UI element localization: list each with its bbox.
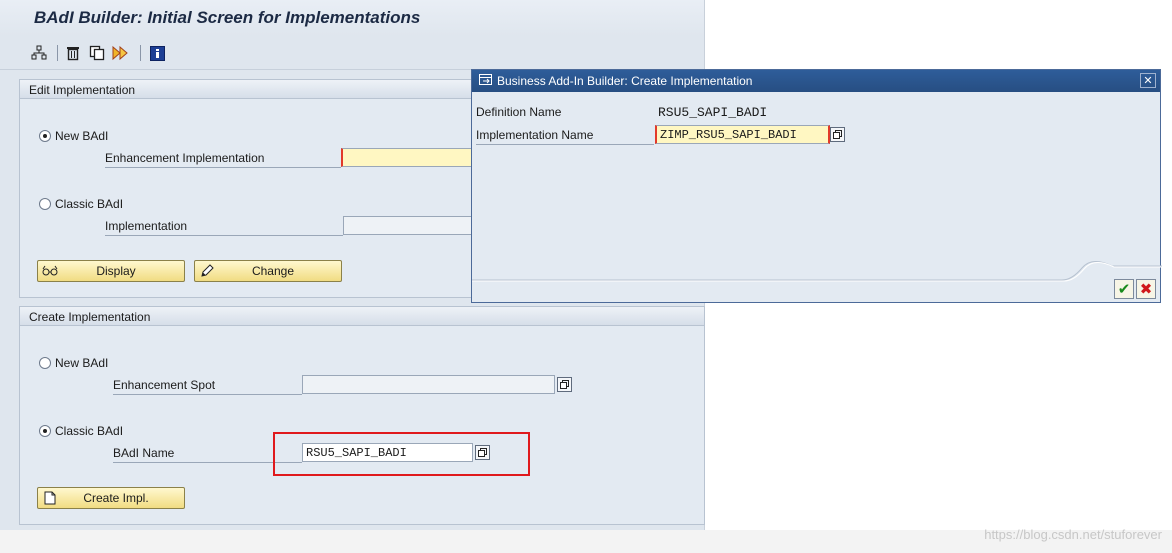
enhancement-spot-label: Enhancement Spot [113,378,302,395]
toolbar-separator [140,45,141,61]
cancel-x-icon[interactable]: ✖ [1136,279,1156,299]
application-toolbar [0,36,704,70]
edit-new-badi-radio[interactable]: New BAdI [39,129,108,143]
dialog-title: Business Add-In Builder: Create Implemen… [497,74,753,88]
radio-selected-icon [39,130,51,142]
create-implementation-group: Create Implementation New BAdI Enhanceme… [19,306,705,525]
group-title: Create Implementation [20,307,704,326]
create-classic-badi-radio[interactable]: Classic BAdI [39,424,123,438]
change-button[interactable]: Change [194,260,342,282]
confirm-checkmark-icon[interactable]: ✔ [1114,279,1134,299]
pencil-icon [195,264,219,278]
implementation-name-input[interactable]: ZIMP_RSU5_SAPI_BADI [655,125,830,144]
value-help-icon[interactable] [830,127,845,142]
close-icon[interactable]: ✕ [1140,73,1156,88]
dialog-footer: ✔ ✖ [472,276,1160,302]
execute-icon[interactable] [112,44,130,62]
copy-icon[interactable] [88,44,106,62]
enhancement-implementation-input[interactable] [341,148,487,167]
hierarchy-icon[interactable] [30,44,48,62]
definition-name-label: Definition Name [476,105,562,119]
definition-name-value: RSU5_SAPI_BADI [658,105,768,120]
enhancement-spot-input[interactable] [302,375,555,394]
button-label: Create Impl. [83,491,149,505]
radio-label: New BAdI [55,356,109,370]
create-implementation-dialog: Business Add-In Builder: Create Implemen… [471,69,1162,303]
toolbar-separator [57,45,58,61]
radio-label: Classic BAdI [55,424,124,438]
edit-classic-badi-radio[interactable]: Classic BAdI [39,197,123,211]
radio-label: New BAdI [55,129,109,143]
radio-label: Classic BAdI [55,197,124,211]
create-impl-button[interactable]: Create Impl. [37,487,185,509]
implementation-input[interactable] [343,216,487,235]
button-label: Change [251,264,295,278]
value-help-icon[interactable] [557,377,572,392]
radio-unselected-icon [39,357,51,369]
enhancement-implementation-label: Enhancement Implementation [105,151,341,168]
info-icon[interactable] [148,44,166,62]
highlight-box [273,432,530,476]
glasses-icon [38,265,62,277]
display-button[interactable]: Display [37,260,185,282]
delete-icon[interactable] [64,44,82,62]
new-document-icon [38,491,62,505]
create-new-badi-radio[interactable]: New BAdI [39,356,108,370]
page-title: BAdI Builder: Initial Screen for Impleme… [0,0,704,36]
implementation-name-label: Implementation Name [476,128,654,145]
implementation-label: Implementation [105,219,343,236]
radio-unselected-icon [39,198,51,210]
dialog-window-icon [479,74,492,88]
radio-selected-icon [39,425,51,437]
button-label: Display [96,264,136,278]
watermark: https://blog.csdn.net/stuforever [984,527,1162,542]
dialog-title-bar: Business Add-In Builder: Create Implemen… [472,70,1160,92]
